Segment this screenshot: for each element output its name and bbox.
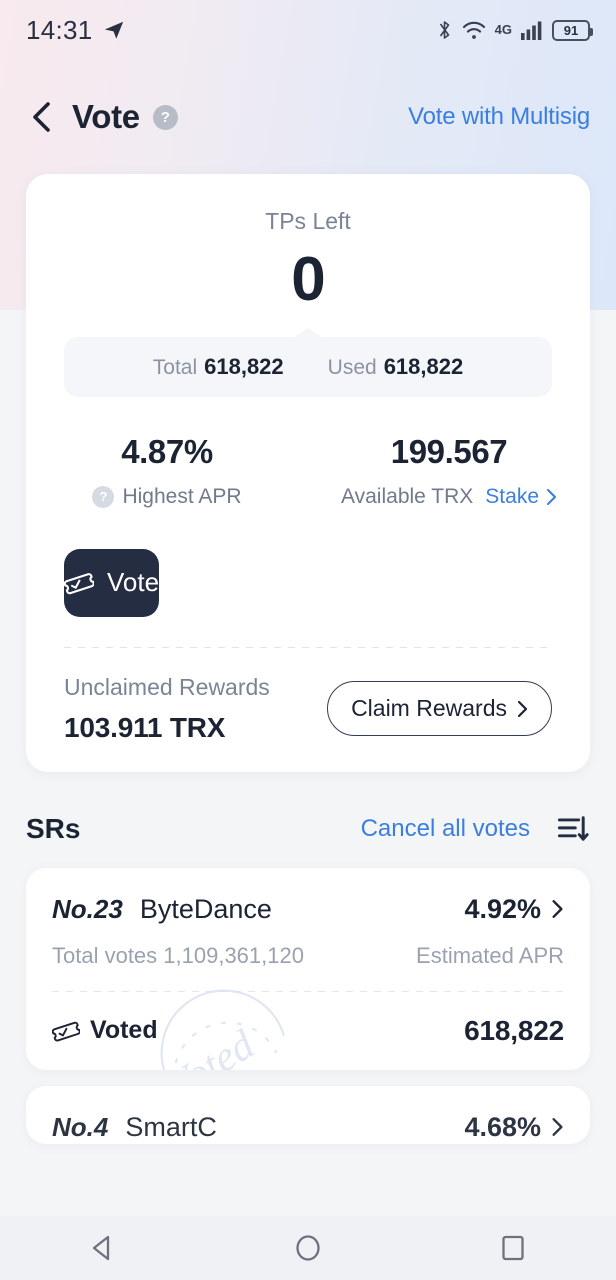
sr-card-top-row: No.23 ByteDance 4.92% xyxy=(52,894,564,925)
vote-button-label: Vote xyxy=(107,567,160,597)
available-trx-stat: 199.567 Available TRX Stake xyxy=(308,433,590,509)
sr-apr-value: 4.92% xyxy=(464,893,541,924)
available-trx-value: 199.567 xyxy=(390,432,508,470)
cancel-all-votes-link[interactable]: Cancel all votes xyxy=(361,815,530,843)
claim-rewards-button[interactable]: Claim Rewards xyxy=(327,681,552,736)
bluetooth-icon xyxy=(439,21,449,39)
back-chevron-icon[interactable] xyxy=(26,102,56,132)
stats-row: 4.87% ? Highest APR 199.567 Available TR… xyxy=(26,433,590,509)
status-bar: 14:31 4G 91 xyxy=(0,0,616,60)
vote-with-multisig-link[interactable]: Vote with Multisig xyxy=(408,103,590,131)
status-bar-left: 14:31 xyxy=(26,15,125,46)
ticket-vote-icon xyxy=(64,572,94,594)
tps-left-value: 0 xyxy=(291,245,325,314)
sr-voted-row: Voted Voted 618,822 xyxy=(52,989,564,1070)
highest-apr-label: Highest APR xyxy=(122,484,242,508)
sr-apr-value-group: 4.92% xyxy=(464,894,564,925)
sr-name: ByteDance xyxy=(139,893,272,924)
sr-apr-value: 4.68% xyxy=(464,1111,541,1142)
total-label: Total xyxy=(152,355,198,379)
circle-home-icon[interactable] xyxy=(263,1216,353,1280)
highest-apr-value: 4.87% xyxy=(121,432,213,470)
total-value: 618,822 xyxy=(204,353,284,379)
battery-level-label: 91 xyxy=(563,22,579,38)
voted-label: Voted xyxy=(90,1016,158,1044)
status-clock: 14:31 xyxy=(26,14,93,45)
card-divider xyxy=(64,646,552,648)
sr-card-next-partial[interactable]: No.4 SmartC 4.68% xyxy=(26,1085,590,1144)
vote-button[interactable]: Vote xyxy=(64,548,160,617)
help-icon[interactable]: ? xyxy=(152,104,178,130)
network-type-label: 4G xyxy=(494,22,512,37)
telegram-send-icon xyxy=(104,21,123,39)
android-nav-bar xyxy=(0,1216,616,1280)
stake-chevron-icon[interactable] xyxy=(546,488,557,506)
sr-name: SmartC xyxy=(125,1111,217,1142)
unclaimed-rewards-row: Unclaimed Rewards 103.911 TRX Claim Rewa… xyxy=(64,674,552,744)
used-label: Used xyxy=(327,355,377,379)
sr-section-header: SRs Cancel all votes xyxy=(26,812,590,846)
voted-tag: Voted xyxy=(52,1016,158,1045)
sr-chevron-icon[interactable] xyxy=(551,899,564,919)
sr-estimated-apr-label: Estimated APR xyxy=(416,942,564,968)
ticket-check-icon xyxy=(52,1021,80,1041)
sr-card-top-row: No.4 SmartC 4.68% xyxy=(52,1112,564,1143)
sr-card-meta-row: Total votes 1,109,361,120 Estimated APR xyxy=(52,943,564,969)
stake-link[interactable]: Stake xyxy=(485,485,539,509)
apr-help-icon[interactable]: ? xyxy=(92,485,115,508)
used-value: 618,822 xyxy=(383,353,464,379)
highest-apr-stat: 4.87% ? Highest APR xyxy=(26,433,308,509)
wifi-icon xyxy=(462,21,485,39)
triangle-back-icon[interactable] xyxy=(58,1216,148,1280)
claim-chevron-icon xyxy=(517,700,528,717)
vote-summary-card: TPs Left 0 Total 618,822 Used 618,822 4.87… xyxy=(26,174,590,772)
unclaimed-rewards-info: Unclaimed Rewards 103.911 TRX xyxy=(64,674,270,744)
sr-chevron-icon[interactable] xyxy=(551,1117,564,1137)
unclaimed-rewards-label: Unclaimed Rewards xyxy=(64,673,270,700)
sr-rank: No.23 xyxy=(52,893,123,924)
unclaimed-rewards-value: 103.911 TRX xyxy=(64,711,226,743)
sr-apr-value-group: 4.68% xyxy=(464,1112,564,1143)
sr-rank: No.4 xyxy=(52,1111,109,1142)
total-tps-item: Total 618,822 xyxy=(153,354,284,380)
used-tps-item: Used 618,822 xyxy=(328,354,464,380)
square-recents-icon[interactable] xyxy=(468,1216,558,1280)
voted-count: 618,822 xyxy=(464,1014,564,1046)
highest-apr-sub: ? Highest APR xyxy=(26,485,308,509)
claim-rewards-label: Claim Rewards xyxy=(351,695,507,721)
status-bar-right: 4G 91 xyxy=(436,19,593,41)
tps-breakdown-chip: Total 618,822 Used 618,822 xyxy=(64,327,552,397)
page-title: Vote xyxy=(72,98,140,135)
voted-watermark-stamp: Voted xyxy=(159,989,286,1070)
page-header: Vote ? Vote with Multisig xyxy=(0,82,616,152)
tps-left-label: TPs Left xyxy=(265,208,351,234)
available-trx-sub: Available TRX Stake xyxy=(308,485,590,509)
phone-screen: 14:31 4G 91 Vote ? Vote with Multisig TP… xyxy=(0,0,616,1280)
voted-watermark-text: Voted xyxy=(159,1021,263,1070)
sort-descending-icon[interactable] xyxy=(556,812,590,846)
cellular-signal-icon xyxy=(521,21,542,40)
sr-total-votes: Total votes 1,109,361,120 xyxy=(52,942,304,968)
sr-card[interactable]: No.23 ByteDance 4.92% Total votes 1,109,… xyxy=(26,867,590,1070)
battery-indicator: 91 xyxy=(552,19,593,41)
chip-notch xyxy=(293,327,323,338)
available-trx-label: Available TRX xyxy=(341,484,474,508)
sr-section-title: SRs xyxy=(26,812,81,844)
